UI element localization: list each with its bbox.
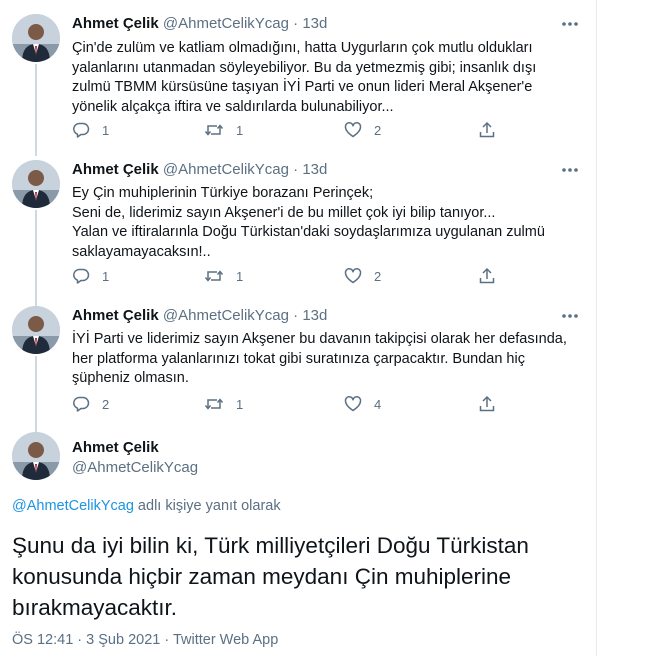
reply-label: adlı kişiye yanıt olarak [133,498,281,514]
reply-count: 1 [102,268,110,284]
author-block: Ahmet Çelik @AhmetCelikYcag [72,438,198,478]
timestamp[interactable]: 13d [302,307,327,324]
author-name[interactable]: Ahmet Çelik [72,307,159,324]
thread-tweet[interactable]: Ahmet Çelik @AhmetCelikYcag · 13d Ey Çin… [0,150,596,306]
share-button[interactable] [478,267,496,285]
reply-icon [72,267,90,285]
share-icon [478,395,496,413]
reply-count: 2 [102,396,110,412]
heart-icon [344,395,362,413]
thread-connector [35,356,37,432]
like-count: 4 [374,396,382,412]
thread-tweet[interactable]: Ahmet Çelik @AhmetCelikYcag · 13d İYİ Pa… [0,296,596,432]
tweet-text: Ey Çin muhiplerinin Türkiye borazanı Per… [72,185,545,260]
reply-button[interactable]: 1 [72,121,109,139]
share-button[interactable] [478,395,496,413]
share-button[interactable] [478,121,496,139]
avatar[interactable] [12,306,60,354]
separator: · [293,15,299,32]
like-button[interactable]: 2 [344,267,381,285]
reply-mention-link[interactable]: @AhmetCelikYcag [12,498,134,514]
thread-connector [35,210,37,306]
retweet-button[interactable]: 1 [204,121,243,139]
separator: · [293,307,299,324]
replying-to: @AhmetCelikYcag adlı kişiye yanıt olarak [12,498,281,514]
retweet-icon [204,395,224,413]
author-name[interactable]: Ahmet Çelik [72,15,159,32]
author-name[interactable]: Ahmet Çelik [72,438,198,458]
timestamp[interactable]: 13d [302,15,327,32]
reply-icon [72,395,90,413]
author-handle[interactable]: @AhmetCelikYcag [163,161,289,178]
tweet-actions: 2 1 4 [72,395,512,417]
author-name[interactable]: Ahmet Çelik [72,161,159,178]
share-icon [478,267,496,285]
main-tweet-text: Şunu da iyi bilin ki, Türk milliyetçiler… [12,533,529,620]
heart-icon [344,267,362,285]
author-handle[interactable]: @AhmetCelikYcag [163,307,289,324]
tweet-meta[interactable]: ÖS 12:41 · 3 Şub 2021 · Twitter Web App [12,632,278,648]
tweet-header: Ahmet Çelik @AhmetCelikYcag · 13d [72,14,327,34]
like-button[interactable]: 2 [344,121,381,139]
retweet-button[interactable]: 1 [204,267,243,285]
like-button[interactable]: 4 [344,395,381,413]
tweet-actions: 1 1 2 [72,267,512,289]
reply-icon [72,121,90,139]
more-icon[interactable] [560,160,580,180]
timeline-column: Ahmet Çelik @AhmetCelikYcag · 13d Çin'de… [0,0,597,656]
tweet-header: Ahmet Çelik @AhmetCelikYcag · 13d [72,306,327,326]
retweet-icon [204,267,224,285]
separator: · [293,161,299,178]
tweet-text: Çin'de zulüm ve katliam olmadığını, hatt… [72,40,537,115]
retweet-count: 1 [236,122,244,138]
tweet-actions: 1 1 2 [72,121,512,143]
retweet-button[interactable]: 1 [204,395,243,413]
tweet-header: Ahmet Çelik @AhmetCelikYcag · 13d [72,160,327,180]
author-handle[interactable]: @AhmetCelikYcag [72,458,198,478]
like-count: 2 [374,122,382,138]
retweet-count: 1 [236,396,244,412]
tweet-text: İYİ Parti ve liderimiz sayın Akşener bu … [72,331,567,386]
avatar[interactable] [12,14,60,62]
heart-icon [344,121,362,139]
avatar[interactable] [12,160,60,208]
avatar[interactable] [12,432,60,480]
thread-connector [35,64,37,156]
retweet-count: 1 [236,268,244,284]
reply-button[interactable]: 2 [72,395,109,413]
like-count: 2 [374,268,382,284]
reply-button[interactable]: 1 [72,267,109,285]
thread-tweet[interactable]: Ahmet Çelik @AhmetCelikYcag · 13d Çin'de… [0,0,596,156]
share-icon [478,121,496,139]
author-handle[interactable]: @AhmetCelikYcag [163,15,289,32]
reply-count: 1 [102,122,110,138]
timestamp[interactable]: 13d [302,161,327,178]
retweet-icon [204,121,224,139]
more-icon[interactable] [560,14,580,34]
more-icon[interactable] [560,306,580,326]
